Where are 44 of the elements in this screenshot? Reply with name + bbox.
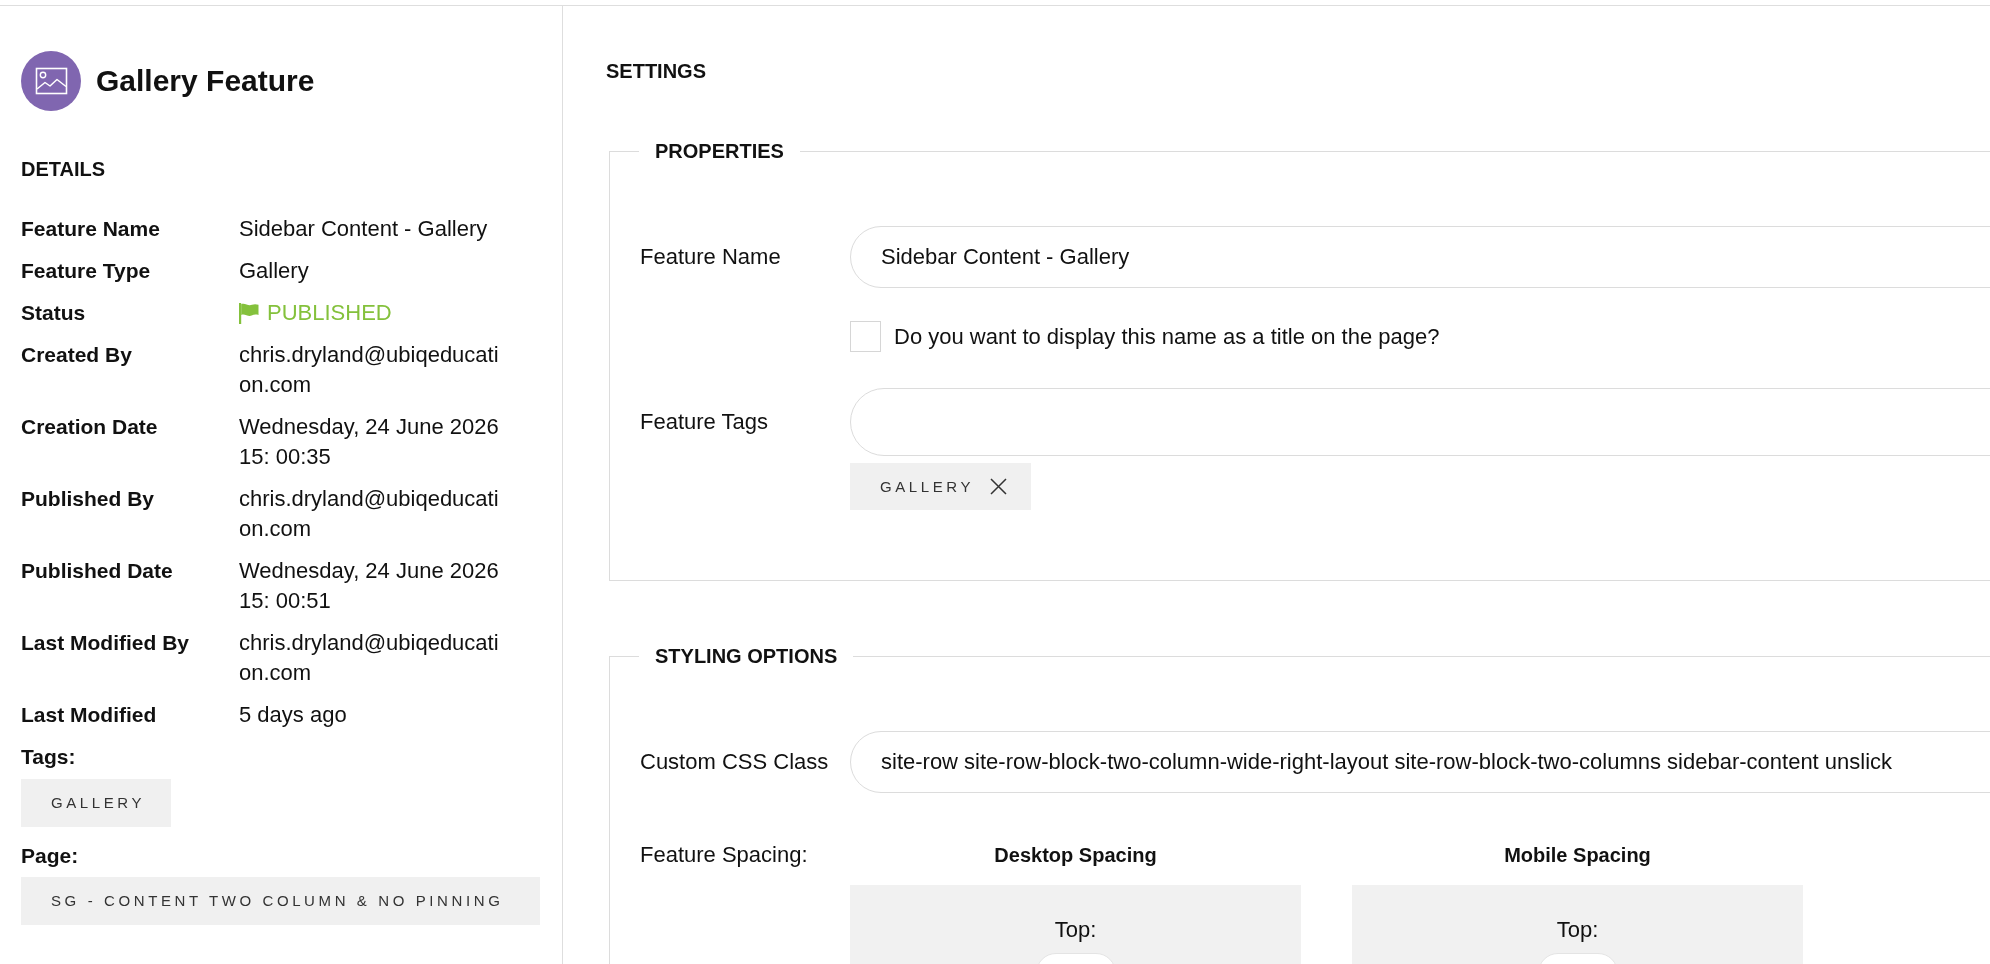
detail-value: 5 days ago — [239, 701, 348, 729]
checkbox[interactable] — [850, 321, 881, 352]
field-label: Top: — [1054, 916, 1097, 944]
spacing-heading: Desktop Spacing — [993, 843, 1158, 868]
section-legend: PROPERTIES — [639, 136, 800, 166]
detail-label: Last Modified — [21, 702, 158, 728]
page-label: Page: — [21, 843, 80, 869]
detail-label: Feature Name — [21, 216, 161, 242]
section-heading: DETAILS — [21, 157, 107, 182]
tags-field[interactable] — [850, 388, 1990, 456]
detail-label: Published Date — [21, 558, 174, 584]
image-icon — [21, 51, 81, 111]
page-chip: SG - CONTENT TWO COLUMN & NO PINNING — [21, 877, 540, 925]
spacing-heading: Mobile Spacing — [1503, 843, 1652, 868]
detail-label: Feature Type — [21, 258, 152, 284]
detail-value: chris.dryland@ubiqeducation.com — [239, 485, 500, 543]
text-field[interactable]: site-row site-row-block-two-column-wide-right-layout site-row-block-two-columns sidebar-content unslick — [850, 731, 1990, 793]
section-heading: SETTINGS — [606, 59, 707, 84]
tag-chip: GALLERY — [21, 779, 172, 827]
detail-value: Wednesday, 24 June 2026 15: 00:35 — [239, 413, 500, 471]
section-legend: STYLING OPTIONS — [639, 641, 854, 671]
detail-label: Last Modified By — [21, 630, 190, 656]
detail-label: Published By — [21, 486, 156, 512]
status-text: PUBLISHED — [267, 299, 392, 327]
field-label: Feature Tags — [639, 408, 769, 436]
text-field[interactable]: Sidebar Content - Gallery — [850, 226, 1990, 288]
detail-value: Gallery — [239, 257, 310, 285]
field-label: Feature Spacing: — [639, 841, 809, 869]
detail-value: Wednesday, 24 June 2026 15: 00:51 — [239, 557, 500, 615]
close-icon[interactable] — [990, 478, 1008, 495]
tag-label: GALLERY — [880, 477, 975, 496]
flag-icon — [239, 302, 259, 324]
field-label: Custom CSS Class — [639, 748, 830, 776]
field-label: Feature Name — [639, 243, 782, 271]
detail-label: Status — [21, 300, 87, 326]
detail-value: chris.dryland@ubiqeducation.com — [239, 341, 500, 399]
checkbox-label: Do you want to display this name as a title on the page? — [894, 322, 1440, 351]
detail-value: Sidebar Content - Gallery — [239, 215, 489, 243]
detail-label: Creation Date — [21, 414, 159, 440]
field-label: Top: — [1556, 916, 1599, 944]
feature-title: Gallery Feature — [96, 63, 315, 99]
detail-value: chris.dryland@ubiqeducation.com — [239, 629, 500, 687]
detail-label: Created By — [21, 342, 133, 368]
tags-label: Tags: — [21, 744, 77, 770]
